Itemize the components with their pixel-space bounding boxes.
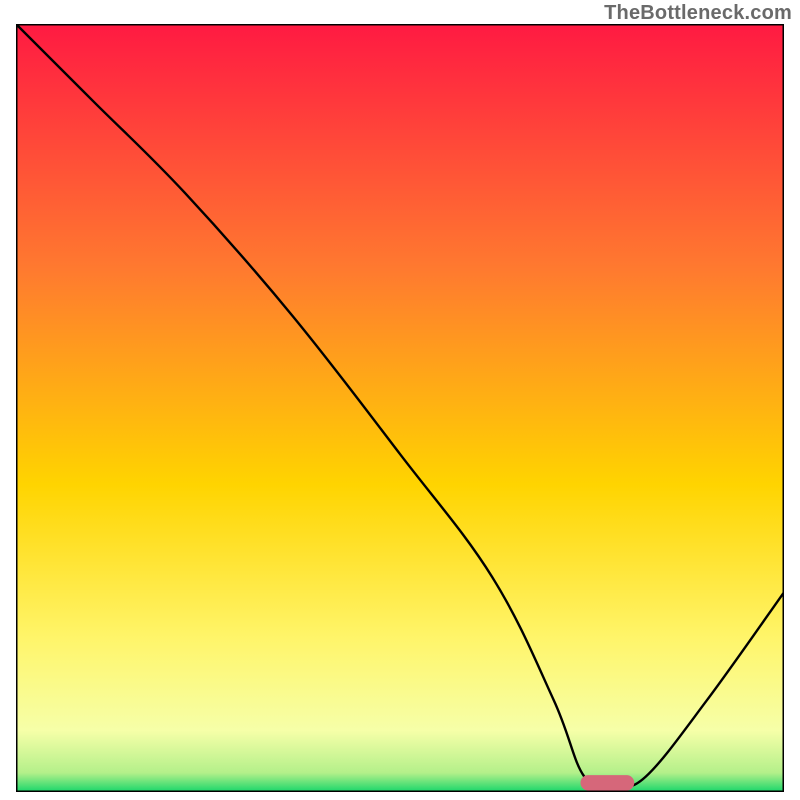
chart-svg <box>16 24 784 792</box>
plot-area <box>16 24 784 792</box>
optimal-range-bar <box>580 775 634 790</box>
chart-container: TheBottleneck.com <box>0 0 800 800</box>
watermark-text: TheBottleneck.com <box>604 2 792 25</box>
